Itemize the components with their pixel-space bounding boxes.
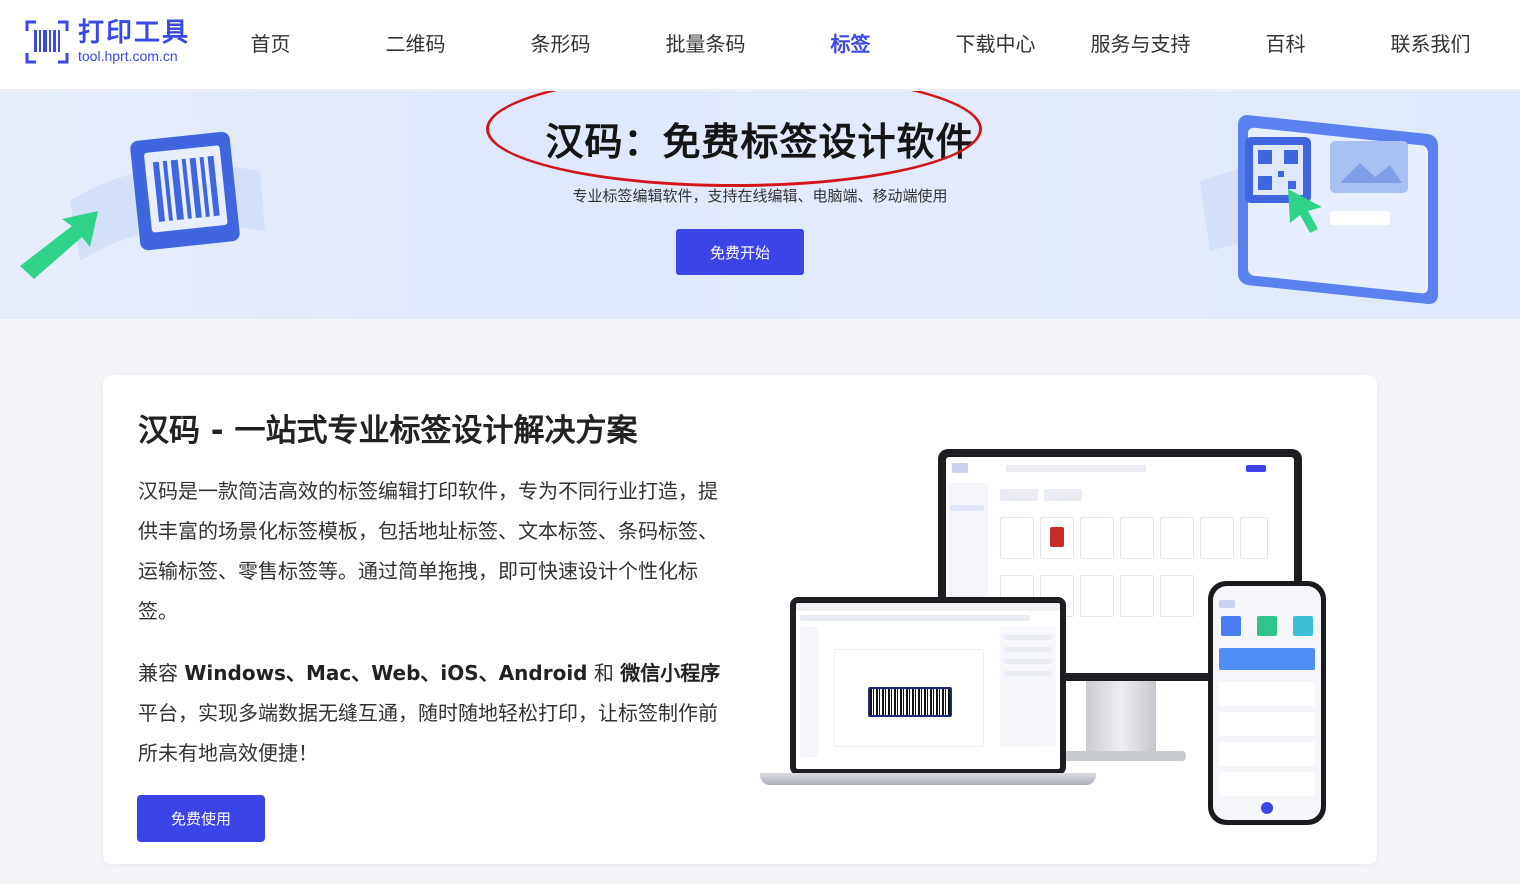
- card-description: 汉码是一款简洁高效的标签编辑打印软件，专为不同行业打造，提供丰富的场景化标签模板…: [138, 479, 718, 623]
- intro-card: 汉码 - 一站式专业标签设计解决方案 汉码是一款简洁高效的标签编辑打印软件，专为…: [103, 375, 1377, 864]
- nav-item-wiki[interactable]: 百科: [1213, 28, 1358, 57]
- devices-mockup-image: [758, 447, 1338, 832]
- nav-item-barcode[interactable]: 条形码: [488, 28, 633, 57]
- barcode-sample: [868, 687, 952, 717]
- nav-item-downloads[interactable]: 下载中心: [923, 28, 1068, 57]
- hero-banner: 汉码：免费标签设计软件 专业标签编辑软件，支持在线编辑、电脑端、移动端使用 免费…: [0, 91, 1520, 319]
- hero-subtitle: 专业标签编辑软件，支持在线编辑、电脑端、移动端使用: [572, 187, 948, 205]
- use-free-button[interactable]: 免费使用: [137, 795, 265, 842]
- nav-item-batch-barcode[interactable]: 批量条码: [633, 28, 778, 57]
- nav-item-qrcode[interactable]: 二维码: [343, 28, 488, 57]
- nav-item-home[interactable]: 首页: [198, 28, 343, 57]
- card-compatibility: 兼容 Windows、Mac、Web、iOS、Android 和 微信小程序 平…: [138, 653, 723, 773]
- laptop-base: [760, 773, 1096, 785]
- laptop: [790, 597, 1066, 775]
- compat-mini-program: 微信小程序: [620, 661, 721, 685]
- nav-item-service-support[interactable]: 服务与支持: [1068, 28, 1213, 57]
- start-free-button[interactable]: 免费开始: [676, 229, 804, 275]
- highlight-ellipse: [486, 91, 982, 187]
- monitor-stand: [1086, 681, 1156, 755]
- logo-subtitle: tool.hprt.com.cn: [78, 48, 178, 64]
- compat-platforms: Windows、Mac、Web、iOS、Android: [184, 661, 588, 685]
- logo-title: 打印工具: [78, 18, 191, 48]
- mobile-phone: [1208, 581, 1326, 825]
- barcode-logo-icon: [24, 19, 70, 65]
- monitor-stand-base: [1058, 751, 1186, 761]
- card-title: 汉码 - 一站式专业标签设计解决方案: [138, 413, 638, 449]
- main-nav: 首页 二维码 条形码 批量条码 标签 下载中心 服务与支持 百科 联系我们: [198, 0, 1518, 90]
- nav-item-labels[interactable]: 标签: [778, 28, 923, 57]
- compat-prefix: 兼容: [138, 661, 185, 685]
- site-header: 打印工具 tool.hprt.com.cn 首页 二维码 条形码 批量条码 标签…: [0, 0, 1520, 90]
- compat-and: 和: [587, 661, 621, 685]
- compat-suffix: 平台，实现多端数据无缝互通，随时随地轻松打印，让标签制作前所未有地高效便捷！: [138, 701, 718, 765]
- nav-item-contact[interactable]: 联系我们: [1358, 28, 1503, 57]
- site-logo[interactable]: 打印工具 tool.hprt.com.cn: [24, 16, 194, 68]
